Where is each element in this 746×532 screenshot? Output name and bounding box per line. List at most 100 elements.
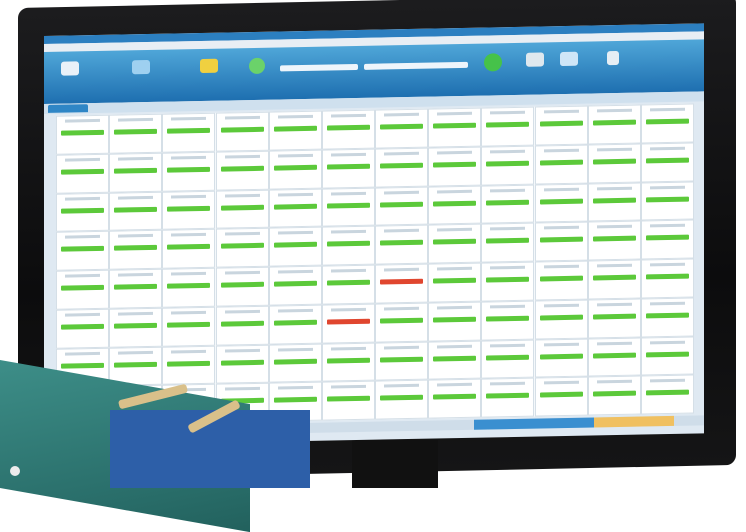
test-cell[interactable] [587, 298, 641, 339]
test-cell[interactable] [587, 337, 641, 377]
test-cell[interactable] [640, 181, 694, 221]
test-cell[interactable] [321, 342, 375, 382]
test-cell[interactable] [587, 182, 641, 222]
test-cell[interactable] [56, 153, 110, 194]
test-cell[interactable] [215, 111, 269, 152]
test-cell[interactable] [162, 151, 216, 192]
settings-button[interactable] [244, 54, 270, 94]
test-cell[interactable] [375, 379, 429, 420]
test-cell[interactable] [428, 185, 482, 225]
ribbon-button-7[interactable] [556, 48, 582, 88]
test-cell[interactable] [640, 336, 694, 376]
test-cell[interactable] [587, 259, 641, 300]
test-cell[interactable] [321, 303, 375, 344]
test-cell[interactable] [481, 261, 535, 302]
test-cell[interactable] [534, 221, 588, 262]
test-cell[interactable] [162, 190, 216, 230]
test-cell[interactable] [375, 186, 429, 226]
test-cell[interactable] [534, 105, 588, 146]
test-cell[interactable] [268, 343, 322, 383]
test-cell[interactable] [268, 226, 322, 267]
test-cell[interactable] [587, 143, 641, 184]
test-cell[interactable] [109, 229, 163, 270]
test-cell[interactable] [215, 150, 269, 191]
test-cell[interactable] [268, 149, 322, 190]
test-cell[interactable] [56, 269, 110, 310]
ribbon-button-1[interactable] [50, 57, 90, 98]
test-cell[interactable] [481, 106, 535, 147]
test-cell[interactable] [321, 109, 375, 150]
test-cell[interactable] [162, 112, 216, 153]
test-cell[interactable] [56, 230, 110, 271]
test-cell[interactable] [109, 113, 163, 154]
test-cell[interactable] [534, 376, 588, 417]
ribbon-button-8[interactable] [600, 47, 626, 87]
test-cell[interactable] [109, 268, 163, 309]
test-cell[interactable] [215, 227, 269, 268]
test-cell[interactable] [428, 107, 482, 148]
test-cell[interactable] [534, 144, 588, 185]
test-cell[interactable] [640, 258, 694, 299]
app-input-2[interactable] [364, 61, 468, 70]
test-cell[interactable] [321, 225, 375, 266]
test-cell[interactable] [56, 114, 110, 155]
ribbon-button-2[interactable] [118, 56, 164, 97]
test-cell[interactable] [587, 220, 641, 261]
test-cell[interactable] [428, 378, 482, 419]
test-cell[interactable] [109, 307, 163, 348]
test-cell[interactable] [481, 184, 535, 224]
test-cell[interactable] [375, 147, 429, 188]
test-cell[interactable] [481, 300, 535, 341]
test-cell[interactable] [534, 183, 588, 223]
test-cell[interactable] [109, 191, 163, 231]
test-cell[interactable] [215, 189, 269, 229]
test-cell[interactable] [640, 142, 694, 183]
test-cell[interactable] [268, 265, 322, 306]
test-cell[interactable] [587, 375, 641, 416]
test-cell[interactable] [215, 305, 269, 346]
test-cell[interactable] [428, 146, 482, 187]
test-cell[interactable] [321, 264, 375, 305]
test-cell[interactable] [428, 340, 482, 380]
tab-active[interactable] [48, 104, 88, 113]
app-input-1[interactable] [280, 63, 358, 72]
test-cell[interactable] [640, 103, 694, 144]
test-cell[interactable] [215, 266, 269, 307]
test-cell[interactable] [481, 339, 535, 379]
test-cell[interactable] [481, 377, 535, 418]
test-cell[interactable] [640, 297, 694, 338]
test-cell[interactable] [587, 104, 641, 145]
test-cell[interactable] [162, 228, 216, 269]
test-cell[interactable] [534, 260, 588, 301]
test-cell[interactable] [162, 345, 216, 385]
test-cell[interactable] [162, 306, 216, 347]
ribbon-button-6[interactable] [522, 48, 548, 88]
test-cell[interactable] [375, 108, 429, 149]
test-cell[interactable] [109, 152, 163, 193]
test-cell[interactable] [268, 304, 322, 345]
test-cell[interactable] [215, 344, 269, 384]
test-cell[interactable] [268, 188, 322, 228]
test-cell[interactable] [162, 267, 216, 308]
test-cell[interactable] [640, 219, 694, 260]
test-cell[interactable] [428, 262, 482, 303]
test-cell[interactable] [375, 224, 429, 265]
test-cell[interactable] [428, 301, 482, 342]
test-cell[interactable] [534, 338, 588, 378]
test-cell[interactable] [481, 222, 535, 263]
test-cell[interactable] [321, 148, 375, 189]
test-cell[interactable] [640, 374, 694, 415]
test-cell[interactable] [428, 223, 482, 264]
ribbon-button-3[interactable] [186, 54, 232, 95]
test-cell[interactable] [56, 308, 110, 349]
test-cell[interactable] [534, 299, 588, 340]
test-cell[interactable] [481, 145, 535, 186]
test-cell[interactable] [321, 380, 375, 421]
test-cell[interactable] [375, 263, 429, 304]
test-cell[interactable] [375, 302, 429, 343]
test-cell[interactable] [321, 187, 375, 227]
test-cell[interactable] [268, 110, 322, 151]
test-cell[interactable] [375, 341, 429, 381]
test-cell[interactable] [56, 192, 110, 233]
run-button[interactable] [480, 49, 506, 89]
